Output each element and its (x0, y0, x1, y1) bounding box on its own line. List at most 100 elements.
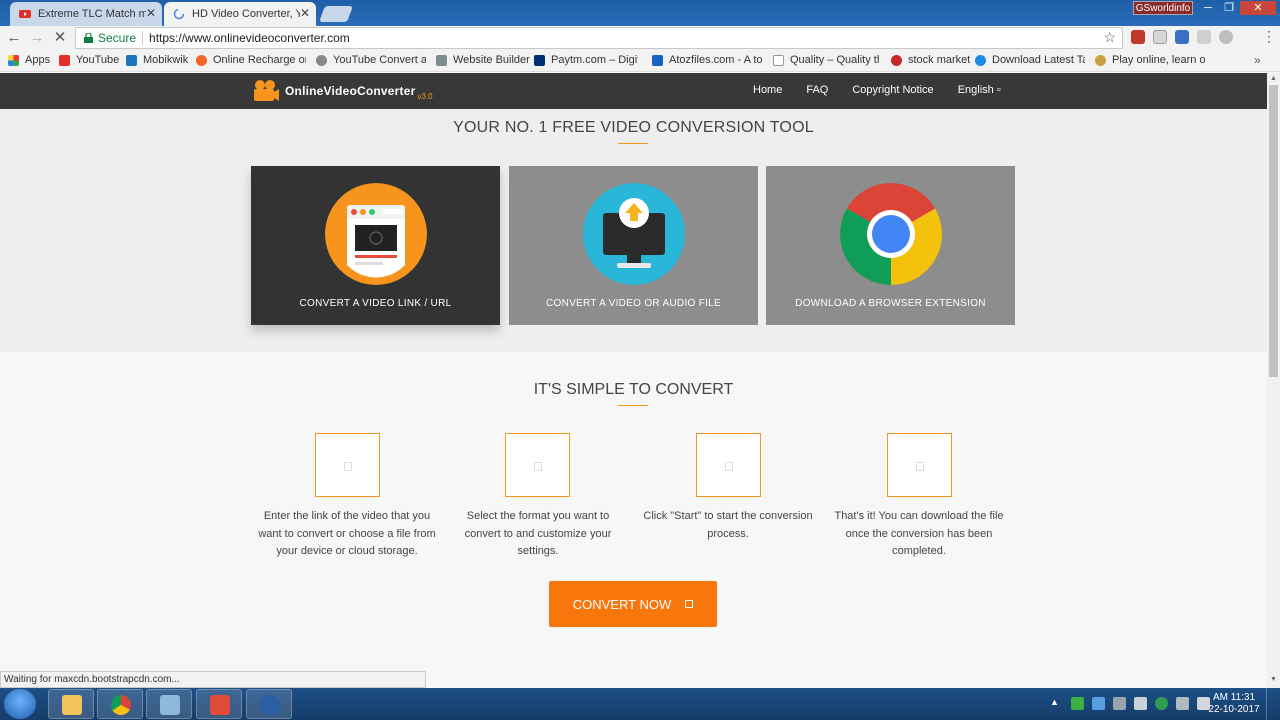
bookmark-label: Apps (25, 54, 51, 66)
maximize-button[interactable]: ❐ (1219, 1, 1239, 15)
status-bar: Waiting for maxcdn.bootstrapcdn.com... (0, 671, 426, 688)
tab-extreme-tlc[interactable]: Extreme TLC Match mon ✕ (10, 2, 162, 26)
bookmark-mobikwik[interactable]: Mobikwik (126, 54, 188, 66)
nav-links: Home FAQ Copyright Notice English ▫ (753, 84, 1025, 96)
profile-badge[interactable]: GSworldinfo (1133, 1, 1193, 15)
tab-hd-video-converter[interactable]: HD Video Converter, You ✕ (164, 2, 316, 26)
nav-copyright-notice[interactable]: Copyright Notice (852, 84, 933, 96)
convert-now-button[interactable]: CONVERT NOW (549, 581, 717, 627)
extension-icon[interactable] (1153, 30, 1167, 44)
bookmark-website-builder[interactable]: Website Builder (436, 54, 530, 66)
taskbar-app[interactable] (146, 689, 192, 719)
heading-underline (618, 405, 648, 406)
bookmark-youtube-convert[interactable]: YouTube Convert anc (316, 54, 426, 66)
close-icon[interactable]: ✕ (300, 6, 310, 20)
chevron-down-icon: ▫ (996, 84, 1001, 96)
app-icon (260, 695, 280, 715)
new-tab-button[interactable] (319, 6, 353, 22)
youtube-icon (19, 10, 31, 18)
bookmark-label: Paytm.com – Digital (551, 54, 638, 66)
bookmark-quality[interactable]: Quality – Quality the (773, 54, 879, 66)
address-bar[interactable]: Secure https://www.onlinevideoconverter.… (75, 27, 1123, 49)
card-label: DOWNLOAD A BROWSER EXTENSION (795, 298, 986, 309)
bookmark-label: Atozfiles.com - A to Z (669, 54, 762, 66)
step-1-icon (315, 433, 380, 497)
bookmark-label: Online Recharge on F (213, 54, 306, 66)
chess-icon (1095, 54, 1106, 66)
bookmark-label: Quality – Quality the (790, 54, 879, 66)
browser-toolbar: ← → ✕ Secure https://www.onlinevideoconv… (0, 26, 1280, 50)
bookmark-download-latest[interactable]: Download Latest Tam (975, 54, 1085, 66)
more-bookmarks-icon[interactable]: » (1254, 53, 1261, 67)
bookmark-online-recharge[interactable]: Online Recharge on F (196, 54, 306, 66)
camtasia-icon (210, 695, 230, 715)
extension-icon[interactable] (1219, 30, 1233, 44)
bookmark-label: Download Latest Tam (992, 54, 1085, 66)
card-label: CONVERT A VIDEO OR AUDIO FILE (545, 298, 722, 309)
card-convert-file[interactable]: CONVERT A VIDEO OR AUDIO FILE (509, 166, 758, 325)
bookmark-stock-market[interactable]: stock market (891, 54, 970, 66)
extension-icon[interactable] (1197, 30, 1211, 44)
page-scrollbar[interactable]: ▲ ▼ (1267, 73, 1280, 688)
taskbar-clock[interactable]: AM 11:31 22-10-2017 (1208, 692, 1260, 716)
bookmarks-bar: Apps YouTube Mobikwik Online Recharge on… (0, 50, 1280, 72)
windows-start-icon[interactable] (4, 689, 36, 719)
system-tray: ▲ (1050, 697, 1210, 710)
network-icon[interactable] (1176, 697, 1189, 710)
forward-arrow-icon[interactable]: → (28, 29, 46, 47)
folder-icon (62, 695, 82, 715)
bookmark-atozfiles[interactable]: Atozfiles.com - A to Z (652, 54, 762, 66)
bookmark-play-online[interactable]: Play online, learn onli (1095, 54, 1205, 66)
paytm-icon (534, 54, 545, 66)
apps-grid-icon (8, 54, 19, 66)
show-desktop-button[interactable] (1266, 688, 1280, 720)
mobikwik-icon (126, 54, 137, 66)
tray-icon[interactable] (1155, 697, 1168, 710)
nav-language[interactable]: English ▫ (958, 84, 1001, 96)
tray-icon[interactable] (1071, 697, 1084, 710)
card-browser-extension[interactable]: DOWNLOAD A BROWSER EXTENSION (766, 166, 1015, 325)
tray-icon[interactable] (1092, 697, 1105, 710)
kebab-menu-icon[interactable]: ⋮ (1262, 28, 1276, 45)
tray-icon[interactable] (1113, 697, 1126, 710)
scroll-up-icon[interactable]: ▲ (1270, 75, 1277, 82)
bookmark-label: Play online, learn onli (1112, 54, 1205, 66)
nav-faq[interactable]: FAQ (806, 84, 828, 96)
extension-icon[interactable] (1175, 30, 1189, 44)
logo-text: OnlineVideoConverter (285, 84, 416, 98)
bookmark-youtube[interactable]: YouTube (59, 54, 119, 66)
window-close-button[interactable]: ✕ (1240, 1, 1276, 15)
minimize-button[interactable]: ─ (1198, 1, 1218, 15)
play-icon (725, 462, 733, 471)
card-label: CONVERT A VIDEO LINK / URL (299, 298, 452, 309)
close-icon[interactable]: ✕ (146, 6, 156, 20)
taskbar-app-2[interactable] (246, 689, 292, 719)
arrow-right-icon (685, 600, 694, 608)
extension-icon[interactable] (1131, 30, 1145, 44)
section-heading: YOUR NO. 1 FREE VIDEO CONVERSION TOOL (453, 119, 814, 136)
windows-taskbar: ▲ AM 11:31 22-10-2017 (0, 688, 1280, 720)
main-content: YOUR NO. 1 FREE VIDEO CONVERSION TOOL CO… (0, 109, 1267, 669)
bookmark-paytm[interactable]: Paytm.com – Digital (534, 54, 638, 66)
bookmark-label: Mobikwik (143, 54, 189, 66)
stop-icon[interactable]: ✕ (51, 29, 69, 47)
secure-label: Secure (98, 31, 137, 45)
step-2-text: Select the format you want to convert to… (464, 510, 612, 557)
bookmark-apps[interactable]: Apps (8, 54, 50, 66)
taskbar-camtasia[interactable] (196, 689, 242, 719)
taskbar-chrome[interactable] (97, 689, 143, 719)
lock-icon (84, 33, 93, 43)
language-label: English (957, 84, 994, 96)
tray-expand-icon[interactable]: ▲ (1050, 697, 1063, 710)
scroll-down-icon[interactable]: ▼ (1270, 676, 1277, 683)
upload-monitor-icon (583, 183, 685, 285)
taskbar-explorer[interactable] (48, 689, 94, 719)
card-convert-video-link[interactable]: CONVERT A VIDEO LINK / URL (251, 166, 500, 325)
nav-home[interactable]: Home (753, 84, 782, 96)
back-arrow-icon[interactable]: ← (5, 29, 23, 47)
bookmark-star-icon[interactable]: ☆ (1103, 29, 1116, 46)
tray-icon[interactable] (1134, 697, 1147, 710)
scroll-thumb[interactable] (1269, 85, 1278, 377)
site-logo[interactable]: OnlineVideoConverter v3.0 (252, 79, 433, 103)
url-text[interactable]: https://www.onlinevideoconverter.com (149, 31, 350, 45)
